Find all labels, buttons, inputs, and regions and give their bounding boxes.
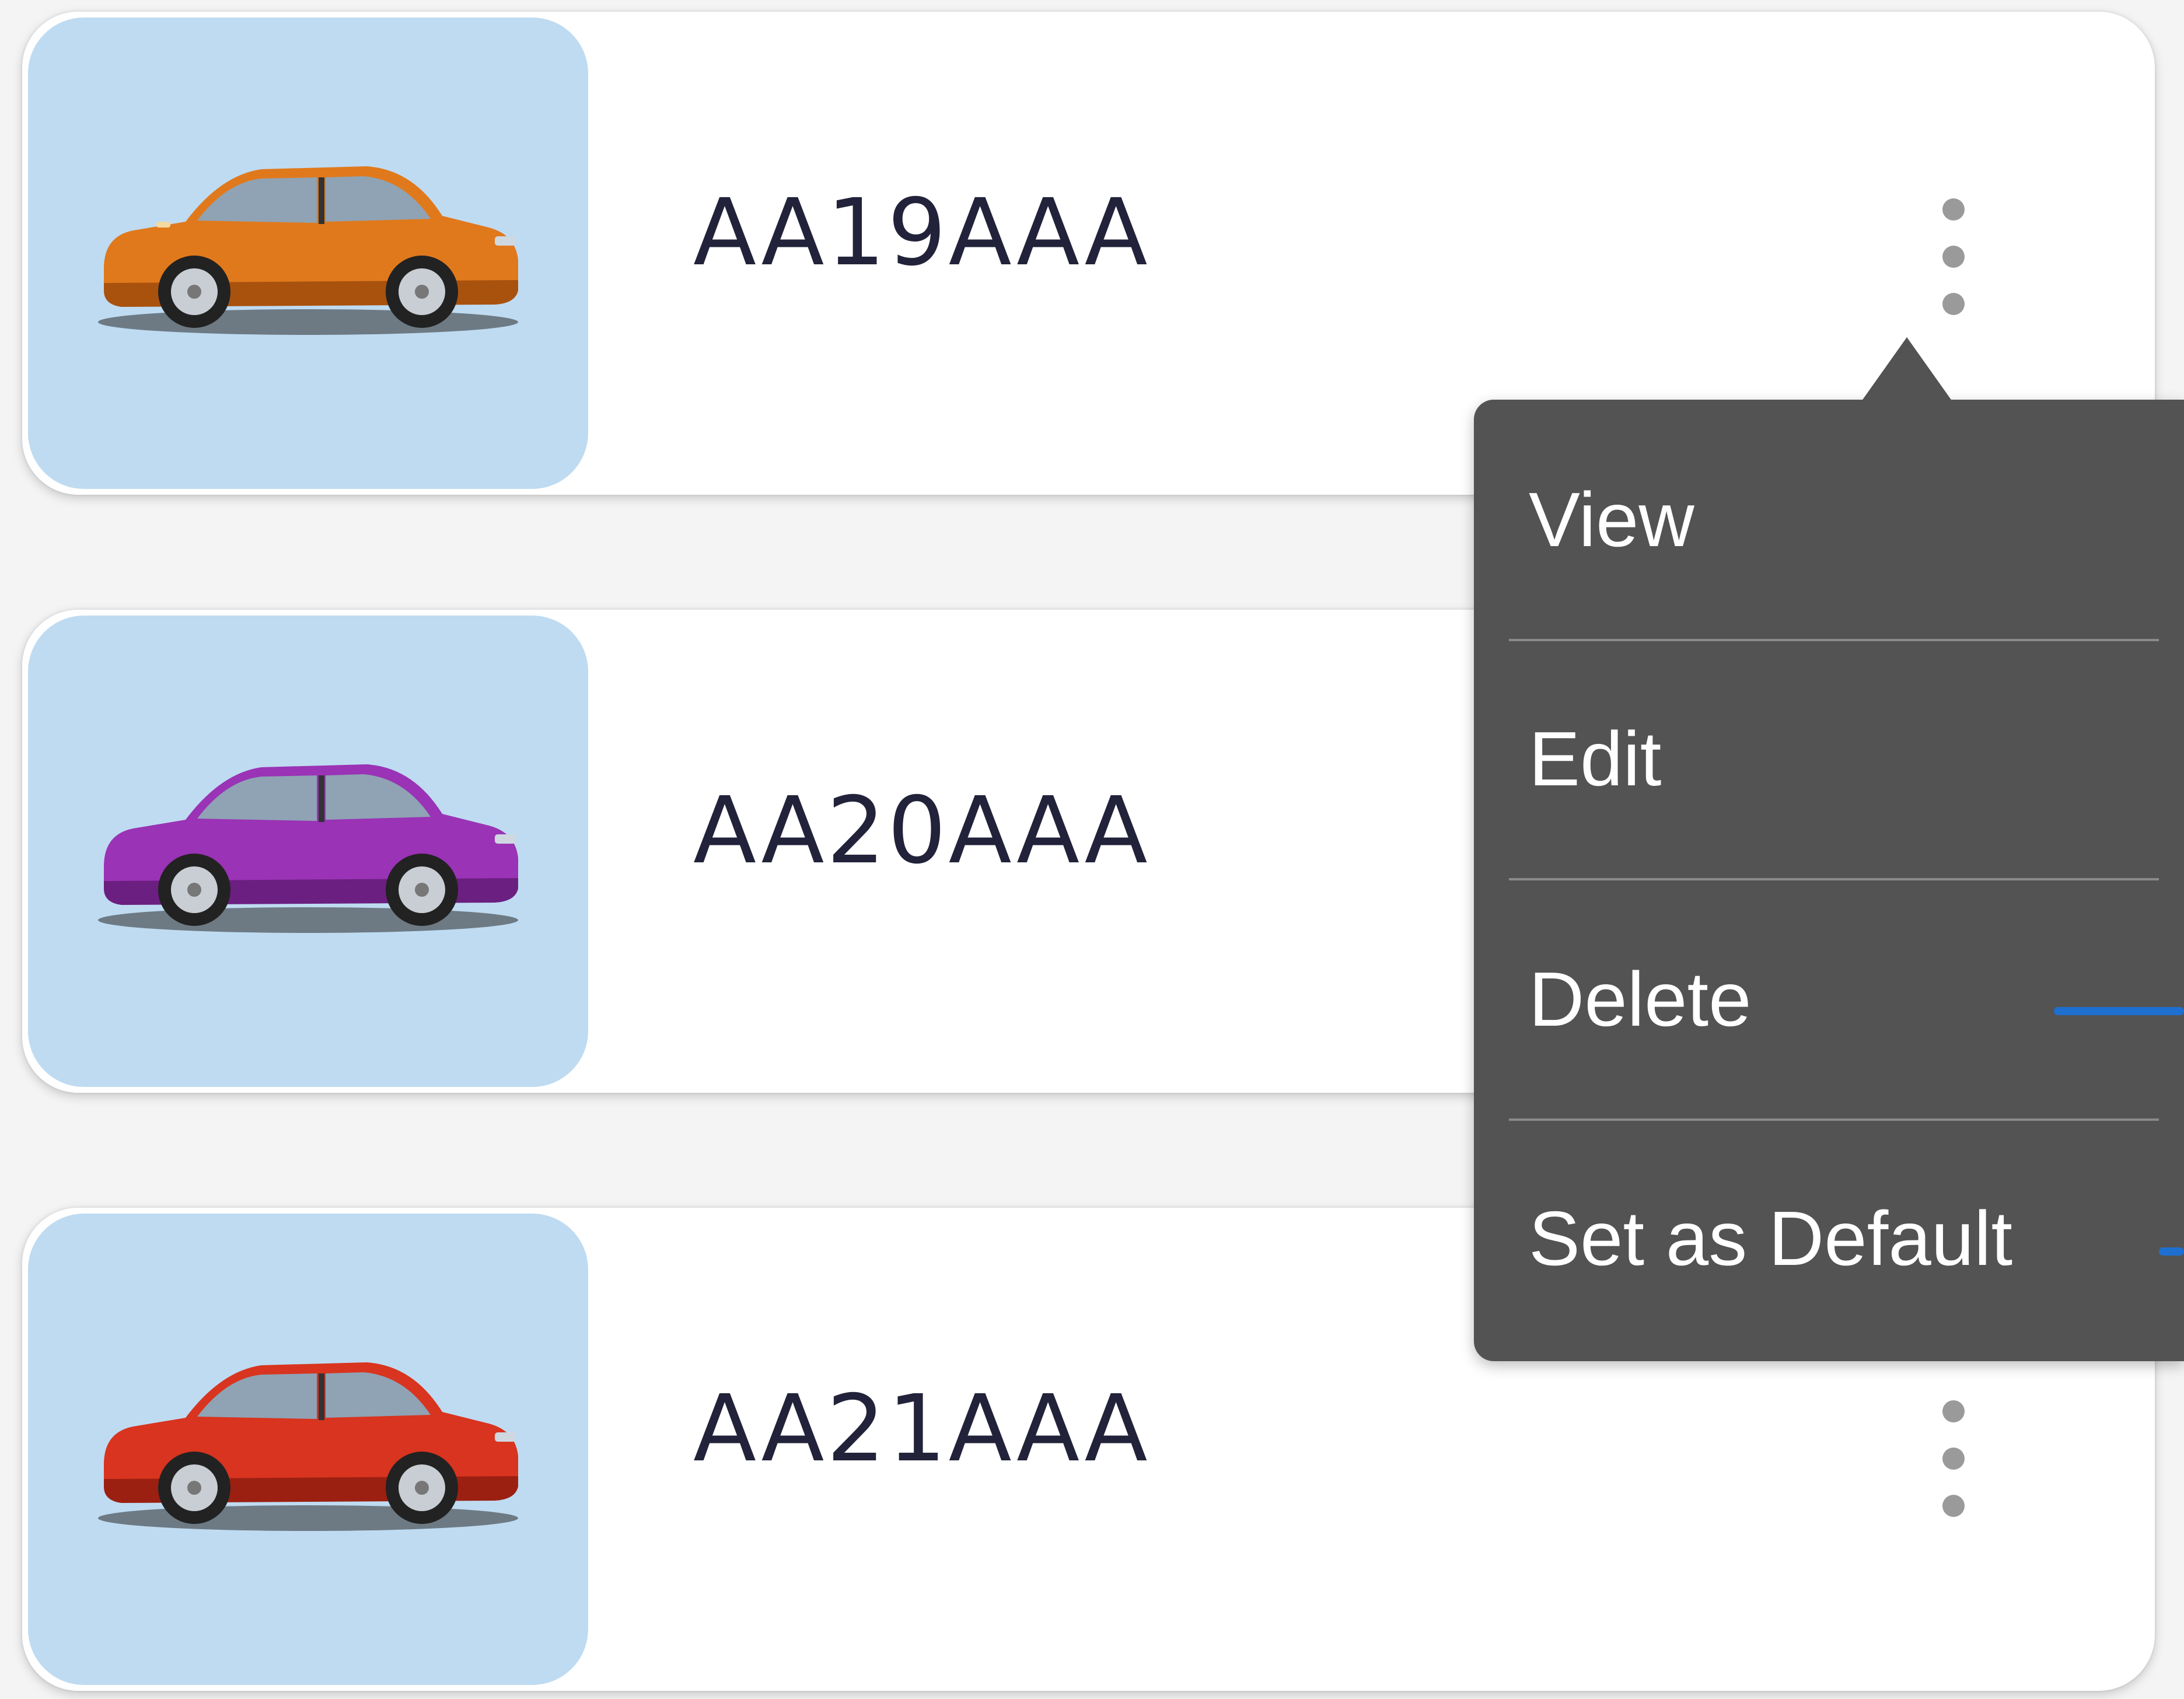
car-icon (98, 166, 518, 335)
menu-item-edit[interactable]: Edit (1509, 721, 2151, 960)
menu-item-label: Edit (1529, 716, 1662, 802)
menu-divider (1509, 878, 2159, 880)
menu-item-view[interactable]: View (1509, 481, 2151, 721)
menu-item-label: Set as Default (1529, 1195, 2013, 1281)
menu-item-delete[interactable]: Delete (1509, 961, 2151, 1200)
kebab-dot (1942, 198, 1965, 221)
car-icon (98, 1362, 518, 1531)
vehicle-thumbnail (28, 616, 588, 1087)
vehicle-thumbnail (28, 1214, 588, 1685)
toggle-track-peek (2159, 1247, 2184, 1256)
menu-item-set-default[interactable]: Set as Default (1509, 1200, 2151, 1439)
vehicle-registration: AA21AAA (693, 1375, 1150, 1483)
kebab-dot (1942, 246, 1965, 268)
car-icon (98, 764, 518, 933)
menu-item-label: Delete (1529, 956, 1752, 1042)
menu-pointer (1861, 337, 1952, 401)
menu-divider (1509, 639, 2159, 641)
kebab-dot (1942, 293, 1965, 315)
menu-divider (1509, 1118, 2159, 1121)
vehicle-thumbnail (28, 18, 588, 489)
kebab-dot (1942, 1495, 1965, 1517)
menu-item-label: View (1529, 477, 1694, 562)
kebab-dot (1942, 1448, 1965, 1470)
toggle-track-peek (2054, 1007, 2184, 1015)
kebab-menu-icon[interactable] (1924, 198, 1983, 315)
vehicle-registration: AA20AAA (693, 777, 1150, 885)
context-menu: View Edit Delete Set as Default (1474, 400, 2184, 1361)
vehicle-registration: AA19AAA (693, 179, 1150, 286)
